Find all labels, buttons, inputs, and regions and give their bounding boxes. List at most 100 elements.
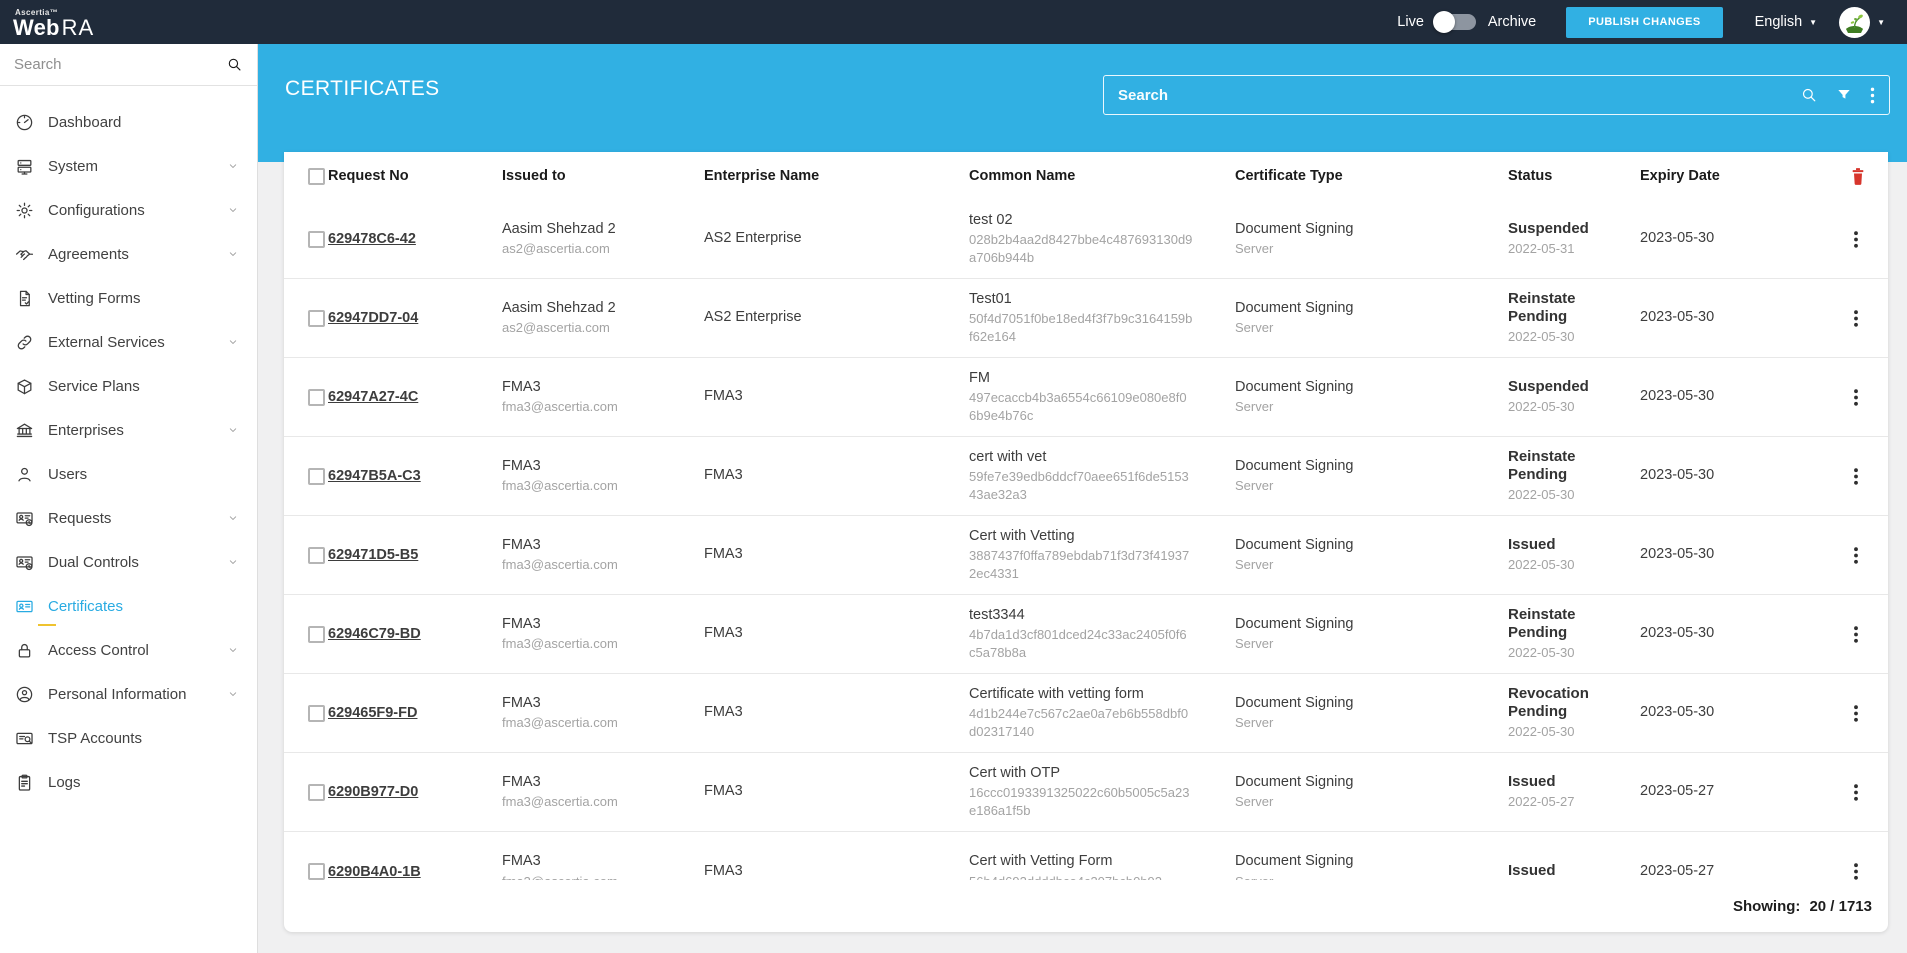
- request-no-link[interactable]: 629478C6-42: [328, 231, 416, 247]
- sidebar-item-dashboard[interactable]: Dashboard: [0, 100, 257, 144]
- status-text: Issued: [1508, 773, 1592, 792]
- kebab-icon: [1854, 389, 1858, 406]
- sidebar-item-label: System: [48, 158, 227, 175]
- sidebar-search: [0, 44, 257, 86]
- search-icon[interactable]: [226, 56, 243, 73]
- common-name-hash: 3887437f0ffa789ebdab71f3d73f419372ec4331: [969, 547, 1193, 583]
- request-no-link[interactable]: 62946C79-BD: [328, 626, 421, 642]
- status-text: Suspended: [1508, 378, 1592, 397]
- link-icon: [15, 333, 34, 352]
- expiry-date: 2023-05-30: [1640, 545, 1778, 565]
- request-no-link[interactable]: 62947A27-4C: [328, 389, 418, 405]
- row-actions-button[interactable]: [1850, 701, 1862, 726]
- row-actions-button[interactable]: [1850, 543, 1862, 568]
- sidebar-item-label: Users: [48, 466, 227, 483]
- chevron-down-icon: [227, 204, 239, 216]
- issued-to-email: fma3@ascertia.com: [502, 714, 692, 732]
- sidebar-item-label: Dashboard: [48, 114, 227, 131]
- status-text: Issued: [1508, 862, 1592, 880]
- expiry-date: 2023-05-30: [1640, 387, 1778, 407]
- sidebar-item-certificates[interactable]: Certificates: [0, 584, 257, 628]
- sidebar-item-label: Agreements: [48, 246, 227, 263]
- page-header-band: CERTIFICATES: [258, 44, 1907, 162]
- sidebar-item-label: Enterprises: [48, 422, 227, 439]
- row-checkbox[interactable]: [308, 547, 325, 564]
- request-no-link[interactable]: 6290B977-D0: [328, 784, 418, 800]
- certificate-type: Document Signing: [1235, 773, 1496, 793]
- common-name: Test01: [969, 290, 1223, 310]
- sidebar-item-enterprises[interactable]: Enterprises: [0, 408, 257, 452]
- row-checkbox[interactable]: [308, 310, 325, 327]
- row-checkbox[interactable]: [308, 784, 325, 801]
- user-circle-icon: [15, 685, 34, 704]
- common-name: Cert with OTP: [969, 764, 1223, 784]
- sidebar-item-logs[interactable]: Logs: [0, 760, 257, 804]
- status-text: Reinstate Pending: [1508, 606, 1592, 644]
- sidebar-item-label: Access Control: [48, 642, 227, 659]
- sidebar-item-service-plans[interactable]: Service Plans: [0, 364, 257, 408]
- plant-logo-icon: [1839, 7, 1870, 38]
- issued-to-name: FMA3: [502, 852, 692, 872]
- row-actions-button[interactable]: [1850, 464, 1862, 489]
- status-date: 2022-05-30: [1508, 328, 1628, 346]
- issued-to-name: Aasim Shehzad 2: [502, 220, 692, 240]
- col-certificate-type: Certificate Type: [1235, 168, 1508, 184]
- status-date: 2022-05-30: [1508, 644, 1628, 662]
- common-name: FM: [969, 369, 1223, 389]
- sidebar-item-access-control[interactable]: Access Control: [0, 628, 257, 672]
- row-checkbox[interactable]: [308, 389, 325, 406]
- gauge-icon: [15, 113, 34, 132]
- sidebar-item-tsp-accounts[interactable]: TSP Accounts: [0, 716, 257, 760]
- brand-logo[interactable]: Ascertia™ WebRA: [0, 6, 94, 39]
- certificate-type: Document Signing: [1235, 378, 1496, 398]
- certificate-type: Document Signing: [1235, 852, 1496, 872]
- row-actions-button[interactable]: [1850, 622, 1862, 647]
- bulk-delete-button[interactable]: [1850, 167, 1866, 186]
- sidebar-item-users[interactable]: Users: [0, 452, 257, 496]
- certificate-subtype: Server: [1235, 873, 1496, 880]
- sidebar-item-dual-controls[interactable]: Dual Controls: [0, 540, 257, 584]
- issued-to-name: FMA3: [502, 694, 692, 714]
- row-actions-button[interactable]: [1850, 227, 1862, 252]
- row-checkbox[interactable]: [308, 626, 325, 643]
- row-checkbox[interactable]: [308, 863, 325, 880]
- table-search-input[interactable]: [1118, 87, 1782, 104]
- row-checkbox[interactable]: [308, 231, 325, 248]
- request-no-link[interactable]: 629471D5-B5: [328, 547, 418, 563]
- status-date: 2022-05-30: [1508, 723, 1628, 741]
- live-archive-toggle[interactable]: [1436, 14, 1476, 30]
- row-actions-button[interactable]: [1850, 859, 1862, 880]
- request-no-link[interactable]: 62947DD7-04: [328, 310, 418, 326]
- avatar: [1839, 7, 1870, 38]
- row-actions-button[interactable]: [1850, 385, 1862, 410]
- sidebar-item-vetting-forms[interactable]: Vetting Forms: [0, 276, 257, 320]
- sidebar-search-input[interactable]: [14, 56, 226, 73]
- row-actions-button[interactable]: [1850, 780, 1862, 805]
- search-icon[interactable]: [1800, 86, 1818, 104]
- common-name: cert with vet: [969, 448, 1223, 468]
- issued-to-name: FMA3: [502, 457, 692, 477]
- table-body: 629478C6-42 Aasim Shehzad 2 as2@ascertia…: [284, 200, 1888, 880]
- top-navbar: Ascertia™ WebRA Live Archive PUBLISH CHA…: [0, 0, 1907, 44]
- sidebar-item-requests[interactable]: Requests: [0, 496, 257, 540]
- row-actions-button[interactable]: [1850, 306, 1862, 331]
- user-menu[interactable]: ▼: [1839, 7, 1885, 38]
- request-no-link[interactable]: 629465F9-FD: [328, 705, 417, 721]
- request-no-link[interactable]: 62947B5A-C3: [328, 468, 421, 484]
- filter-icon[interactable]: [1836, 87, 1852, 103]
- language-dropdown[interactable]: English ▼: [1755, 14, 1817, 30]
- more-options-icon[interactable]: [1870, 87, 1875, 104]
- status-text: Reinstate Pending: [1508, 290, 1592, 328]
- sidebar-item-configurations[interactable]: Configurations: [0, 188, 257, 232]
- select-all-checkbox[interactable]: [308, 168, 325, 185]
- publish-changes-button[interactable]: PUBLISH CHANGES: [1566, 7, 1722, 38]
- certificate-type: Document Signing: [1235, 220, 1496, 240]
- sidebar-item-agreements[interactable]: Agreements: [0, 232, 257, 276]
- common-name-hash: 56b4d692ddddbce4c307bcb0b92: [969, 873, 1193, 880]
- row-checkbox[interactable]: [308, 705, 325, 722]
- sidebar-item-system[interactable]: System: [0, 144, 257, 188]
- request-no-link[interactable]: 6290B4A0-1B: [328, 864, 421, 880]
- row-checkbox[interactable]: [308, 468, 325, 485]
- sidebar-item-external-services[interactable]: External Services: [0, 320, 257, 364]
- sidebar-item-personal-information[interactable]: Personal Information: [0, 672, 257, 716]
